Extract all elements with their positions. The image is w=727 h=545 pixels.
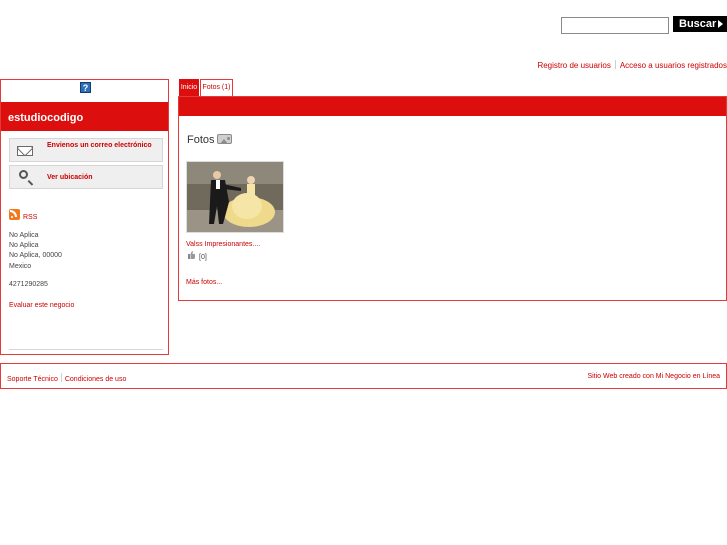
mail-icon [17,146,33,156]
search-button-label: Buscar [679,18,717,30]
search-input[interactable] [561,17,669,34]
divider [9,349,163,350]
terms-link[interactable]: Condiciones de uso [65,376,127,383]
address-line: Mexico [9,263,32,270]
address-line: No Aplica, 00000 [9,252,62,259]
user-links: Registro de usuarios Acceso a usuarios re… [537,60,727,70]
link-separator [614,60,616,69]
location-action-button[interactable]: Ver ubicación [9,165,163,189]
vote-count: [0] [199,254,207,261]
site-credit-link[interactable]: Sitio Web creado con Mi Negocio en Línea [587,373,720,380]
tab-inicio[interactable]: Inicio [179,79,199,96]
magnifier-icon [19,170,28,179]
email-action-label: Envienos un correo electrónico [47,142,152,149]
thumbs-up-icon[interactable] [188,251,195,259]
section-title: Fotos [187,134,215,146]
phone-number: 4271290285 [9,281,48,288]
email-action-button[interactable]: Envienos un correo electrónico [9,138,163,162]
support-link[interactable]: Soporte Técnico [7,376,58,383]
login-link[interactable]: Acceso a usuarios registrados [620,61,727,70]
footer-links: Soporte Técnico Condiciones de uso [7,373,126,383]
search-button[interactable]: Buscar [673,16,727,32]
help-icon[interactable]: ? [80,82,91,93]
evaluate-business-link[interactable]: Evaluar este negocio [9,302,74,309]
footer: Soporte Técnico Condiciones de uso Sitio … [0,363,727,389]
photos-icon [217,134,232,144]
more-photos-link[interactable]: Más fotos... [186,279,222,286]
rss-icon[interactable] [9,209,20,220]
business-name: estudiocodigo [1,102,168,131]
main-panel: Fotos Valss Impresionantes.... [0] Más f… [178,96,727,301]
rss-link[interactable]: RSS [23,214,37,221]
photo-title-link[interactable]: Valss Impresionantes.... [186,241,260,248]
address-line: No Aplica [9,232,39,239]
dance-photo [187,162,283,232]
link-separator [60,373,62,382]
location-action-label: Ver ubicación [47,174,93,181]
tab-fotos[interactable]: Fotos (1) [200,79,233,96]
address-line: No Aplica [9,242,39,249]
header-bar [179,97,726,116]
register-link[interactable]: Registro de usuarios [537,61,610,70]
photo-thumbnail[interactable] [186,161,284,233]
arrow-right-icon [718,20,723,28]
business-sidebar: ? estudiocodigo Envienos un correo elect… [0,79,169,355]
